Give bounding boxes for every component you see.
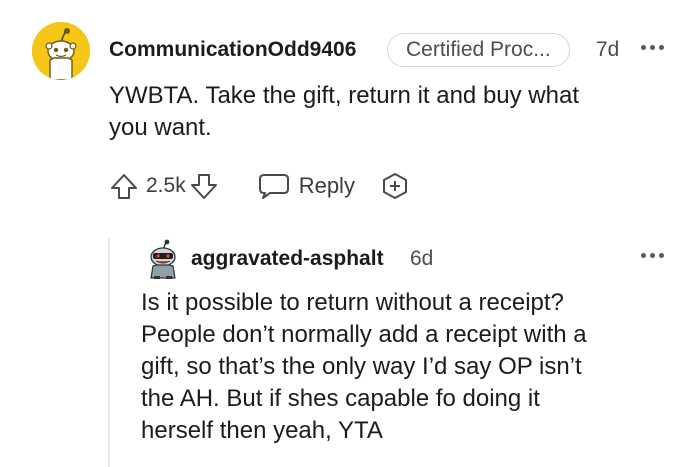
comment-thread: CommunicationOdd9406 Certified Proc... 7… <box>0 0 700 467</box>
award-plus-icon <box>382 173 407 199</box>
reply-timestamp: 6d <box>410 247 434 270</box>
more-dot <box>659 45 664 50</box>
comment-body-line: YWBTA. Take the gift, return it and buy … <box>109 82 580 109</box>
reply-body-line: Is it possible to return without a recei… <box>141 289 564 316</box>
thread-line[interactable] <box>108 238 110 467</box>
reply-body-line: the AH. But if shes capable fo doing it <box>141 385 540 412</box>
user-flair: Certified Proc... <box>387 33 570 67</box>
reply-body-line: People don’t normally add a receipt with… <box>141 321 587 348</box>
comment-author[interactable]: CommunicationOdd9406 <box>109 38 356 62</box>
more-options-button[interactable] <box>641 45 664 50</box>
comment-timestamp: 7d <box>596 38 620 61</box>
vote-count: 2.5k <box>146 174 186 197</box>
more-horizontal-icon <box>641 253 646 258</box>
reply-label: Reply <box>298 173 355 198</box>
avatar[interactable] <box>32 22 90 80</box>
comment-body-line: you want. <box>109 114 212 141</box>
reply-author[interactable]: aggravated-asphalt <box>191 247 384 271</box>
comment-actions: 2.5k Reply <box>108 168 410 204</box>
snoo-avatar-icon <box>32 22 90 80</box>
upvote-arrow-icon <box>111 174 137 199</box>
downvote-button[interactable] <box>188 170 220 202</box>
snoo-avatar-icon <box>150 239 176 279</box>
more-dot <box>650 253 655 258</box>
reply-body: Is it possible to return without a recei… <box>141 287 681 447</box>
award-button[interactable] <box>380 171 410 201</box>
reply-button[interactable]: Reply <box>258 171 355 201</box>
more-dot <box>659 253 664 258</box>
upvote-button[interactable] <box>108 170 140 202</box>
downvote-arrow-icon <box>190 174 217 199</box>
reply-avatar[interactable] <box>144 238 182 280</box>
more-dot <box>650 45 655 50</box>
reply-body-line: gift, so that’s the only way I’d say OP … <box>141 353 582 380</box>
more-horizontal-icon <box>641 45 646 50</box>
chat-bubble-icon <box>258 174 289 199</box>
reply-body-line: herself then yeah, YTA <box>141 417 383 444</box>
comment-body: YWBTA. Take the gift, return it and buy … <box>109 80 669 144</box>
reply-more-options-button[interactable] <box>641 253 664 258</box>
